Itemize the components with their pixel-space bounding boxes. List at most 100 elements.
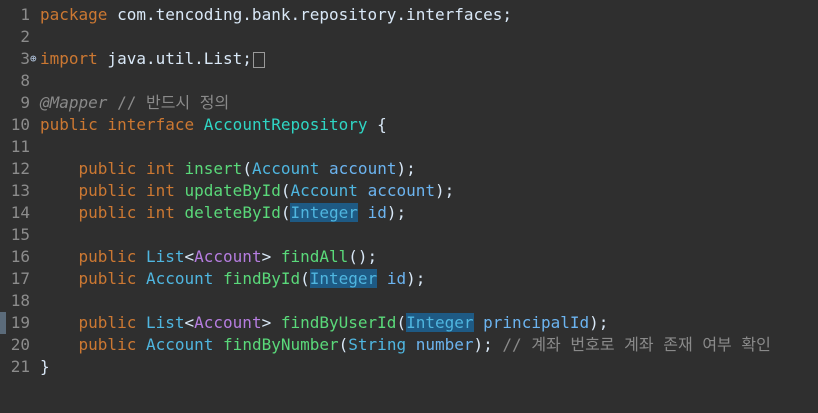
code-token: deleteById (184, 203, 281, 222)
code-token: public (40, 115, 98, 134)
code-token: { (367, 115, 387, 134)
code-line[interactable]: 14 public int deleteById(Integer id); (0, 202, 818, 224)
code-text: public int insert(Account account); (40, 158, 416, 180)
code-line[interactable]: 8 (0, 70, 818, 92)
line-number: 13 (10, 181, 30, 200)
code-token: ); (396, 159, 416, 178)
code-token: List (145, 247, 185, 266)
code-token: account (367, 181, 435, 200)
line-number: 10 (10, 115, 30, 134)
line-number: 15 (10, 225, 30, 244)
code-token: public (78, 313, 137, 332)
line-number: 2 (20, 27, 30, 46)
code-token: } (40, 357, 50, 376)
code-text: public interface AccountRepository { (40, 114, 387, 136)
code-line[interactable]: 21} (0, 356, 818, 378)
code-line[interactable]: 15 (0, 224, 818, 246)
expand-fold-icon[interactable]: ⊕ (30, 48, 38, 70)
line-number: 11 (10, 137, 30, 156)
code-text: public List<Account> findByUserId(Intege… (40, 312, 608, 334)
line-number: 12 (10, 159, 30, 178)
code-line[interactable]: 16 public List<Account> findAll(); (0, 246, 818, 268)
code-token: int (145, 181, 175, 200)
line-number: 17 (10, 269, 30, 288)
code-text: public List<Account> findAll(); (40, 246, 378, 268)
code-editor[interactable]: 1 package com.tencoding.bank.repository.i… (0, 0, 818, 413)
code-line[interactable]: 12 public int insert(Account account); (0, 158, 818, 180)
code-text: public Account findById(Integer id); (40, 268, 425, 290)
code-token: int (145, 203, 175, 222)
code-token: principalId (483, 313, 590, 332)
code-token: insert (184, 159, 243, 178)
code-token: id (386, 269, 407, 288)
code-line[interactable]: 19 public List<Account> findByUserId(Int… (0, 312, 818, 334)
code-text: package com.tencoding.bank.repository.in… (40, 4, 512, 26)
code-token: public (78, 181, 137, 200)
code-token: int (145, 159, 175, 178)
code-token: ); (589, 313, 609, 332)
line-number: 18 (10, 291, 30, 310)
code-line[interactable]: 13 public int updateById(Account account… (0, 180, 818, 202)
line-number: 20 (10, 335, 30, 354)
code-token: Account (290, 181, 358, 200)
line-number: 14 (10, 203, 30, 222)
code-line[interactable]: 3 ⊕ import java.util.List; (0, 48, 818, 70)
code-line[interactable]: 9 @Mapper // 반드시 정의 (0, 92, 818, 114)
code-token: public (78, 203, 137, 222)
code-token: findByUserId (280, 313, 397, 332)
code-line[interactable]: 11 (0, 136, 818, 158)
code-token: @Mapper (40, 93, 108, 112)
folded-region-icon[interactable] (252, 51, 265, 68)
code-token: findAll (280, 247, 349, 266)
code-token: Integer (290, 203, 358, 222)
code-token: updateById (184, 181, 281, 200)
code-token: public (78, 269, 137, 288)
code-token: > (261, 313, 281, 332)
code-token: Integer (309, 269, 378, 288)
line-number: 16 (10, 247, 30, 266)
code-token: interface (107, 115, 195, 134)
code-line[interactable]: 2 (0, 26, 818, 48)
code-token: > (261, 247, 281, 266)
code-token: import (40, 49, 98, 68)
code-token: ); (406, 269, 426, 288)
code-token: ( (396, 313, 407, 332)
code-line[interactable]: 18 (0, 290, 818, 312)
code-token: Integer (406, 313, 474, 332)
code-text: import java.util.List; (40, 48, 265, 70)
code-token: ); (435, 181, 455, 200)
code-line[interactable]: 20 public Account findByNumber(String nu… (0, 334, 818, 356)
code-token: findByNumber (223, 335, 339, 354)
code-token: Account (194, 247, 262, 266)
code-line[interactable]: 1 package com.tencoding.bank.repository.i… (0, 4, 818, 26)
code-token: public (78, 335, 137, 354)
code-text: public int deleteById(Integer id); (40, 202, 406, 224)
code-token: id (367, 203, 387, 222)
code-token: findById (223, 269, 301, 288)
code-token: ( (338, 335, 349, 354)
code-token: String (348, 335, 407, 354)
code-token: ); (386, 203, 407, 222)
code-line[interactable]: 10 public interface AccountRepository { (0, 114, 818, 136)
code-line[interactable]: 17 public Account findById(Integer id); (0, 268, 818, 290)
